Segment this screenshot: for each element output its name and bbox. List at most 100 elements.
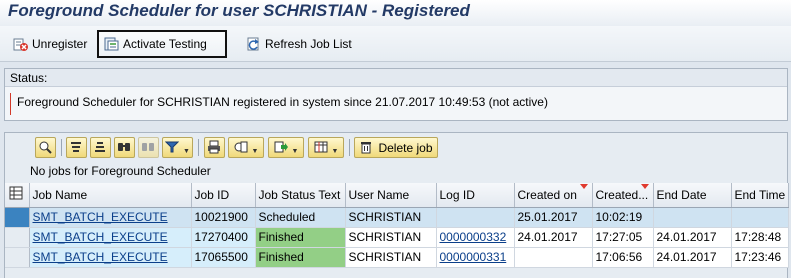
created-time-cell: 10:02:19: [592, 207, 654, 228]
refresh-job-list-label: Refresh Job List: [265, 37, 352, 51]
end-date-cell: [653, 207, 732, 228]
user-name-cell: SCHRISTIAN: [345, 247, 437, 268]
column-header-user-name[interactable]: User Name: [345, 183, 437, 208]
created-time-cell: 17:27:05: [592, 227, 654, 248]
filter-icon: [164, 140, 181, 156]
unregister-label: Unregister: [32, 37, 88, 51]
trash-icon: [359, 140, 375, 156]
log-id-cell[interactable]: 0000000331: [436, 247, 515, 268]
job-status-cell: Scheduled: [255, 207, 346, 228]
status-title: Status:: [5, 69, 787, 87]
log-id-cell: [436, 207, 515, 228]
column-header-job-name[interactable]: Job Name: [29, 183, 192, 208]
find-next-icon: [141, 140, 157, 156]
column-header-job-status-text[interactable]: Job Status Text: [255, 183, 346, 208]
layout-settings-icon: [8, 185, 24, 201]
filter-button[interactable]: ▼: [162, 137, 193, 158]
print-button[interactable]: [204, 137, 225, 158]
user-name-cell: SCHRISTIAN: [345, 227, 437, 248]
application-toolbar: Unregister Activate Testing Refresh Job …: [0, 26, 791, 62]
end-time-cell: [731, 207, 789, 228]
job-name-cell[interactable]: SMT_BATCH_EXECUTE: [29, 207, 192, 228]
job-id-cell: 17270400: [191, 227, 256, 248]
row-selector[interactable]: [5, 247, 30, 268]
refresh-icon: [246, 36, 262, 52]
column-header-end-time[interactable]: End Time: [731, 183, 789, 208]
job-status-cell: Finished: [255, 247, 346, 268]
created-on-cell: 25.01.2017: [514, 207, 593, 228]
toolbar-separator: [198, 139, 199, 156]
find-next-button[interactable]: [138, 137, 159, 158]
user-name-cell: SCHRISTIAN: [345, 207, 437, 228]
job-name-link[interactable]: SMT_BATCH_EXECUTE: [33, 250, 168, 264]
job-status-cell: Finished: [255, 227, 346, 248]
job-name-cell[interactable]: SMT_BATCH_EXECUTE: [29, 227, 192, 248]
toolbar-separator: [349, 139, 350, 156]
log-id-link[interactable]: 0000000331: [440, 250, 507, 264]
chevron-down-icon: ▼: [291, 148, 299, 155]
toolbar-separator: [61, 139, 62, 156]
views-icon: [234, 140, 250, 156]
column-header-log-id[interactable]: Log ID: [436, 183, 515, 208]
end-time-cell: 17:23:46: [731, 247, 789, 268]
table-row[interactable]: SMT_BATCH_EXECUTE 17270400 Finished SCHR…: [5, 227, 789, 248]
status-message: Foreground Scheduler for SCHRISTIAN regi…: [10, 93, 785, 115]
job-list-grid: ▼ ▼ ▼ ▼ Delete job No jobs for Foregroun…: [4, 132, 789, 278]
details-icon: [38, 140, 54, 156]
chevron-down-icon: ▼: [251, 148, 259, 155]
find-icon: [117, 140, 133, 156]
end-date-cell: 24.01.2017: [653, 227, 732, 248]
job-name-link[interactable]: SMT_BATCH_EXECUTE: [33, 230, 168, 244]
job-name-link[interactable]: SMT_BATCH_EXECUTE: [33, 210, 168, 224]
column-header-created-time-label: Created...: [595, 187, 649, 202]
find-button[interactable]: [114, 137, 135, 158]
created-time-cell: 17:06:56: [592, 247, 654, 268]
column-header-end-date[interactable]: End Date: [653, 183, 732, 208]
delete-job-button[interactable]: Delete job: [354, 137, 438, 158]
export-icon: [274, 140, 290, 156]
table-row[interactable]: SMT_BATCH_EXECUTE 17065500 Finished SCHR…: [5, 247, 789, 268]
column-header-created-on-label: Created on: [517, 187, 577, 202]
sort-indicator-icon: [640, 184, 649, 189]
delete-job-label: Delete job: [378, 140, 433, 155]
status-panel: Status: Foreground Scheduler for SCHRIST…: [4, 68, 788, 121]
grid-caption: No jobs for Foreground Scheduler: [30, 164, 211, 178]
row-selector[interactable]: [5, 227, 30, 248]
sort-descending-button[interactable]: [90, 137, 111, 158]
log-id-cell[interactable]: 0000000332: [436, 227, 515, 248]
job-table: Job Name Job ID Job Status Text User Nam…: [5, 183, 789, 268]
sort-ascending-button[interactable]: [66, 137, 87, 158]
log-id-link[interactable]: 0000000332: [440, 230, 507, 244]
job-name-cell[interactable]: SMT_BATCH_EXECUTE: [29, 247, 192, 268]
chevron-down-icon: ▼: [183, 148, 190, 155]
table-row[interactable]: SMT_BATCH_EXECUTE 10021900 Scheduled SCH…: [5, 207, 789, 228]
unregister-button[interactable]: Unregister: [8, 30, 92, 58]
export-button[interactable]: ▼: [268, 137, 304, 158]
sort-indicator-icon: [579, 184, 588, 189]
refresh-job-list-button[interactable]: Refresh Job List: [241, 30, 357, 58]
window-title: Foreground Scheduler for user SCHRISTIAN…: [0, 0, 791, 26]
activate-testing-button[interactable]: Activate Testing: [97, 30, 227, 58]
job-id-cell: 10021900: [191, 207, 256, 228]
activate-testing-label: Activate Testing: [123, 37, 207, 51]
details-button[interactable]: [35, 137, 56, 158]
layout-icon: [314, 140, 330, 156]
sort-ascending-icon: [69, 140, 85, 156]
column-header-created-on[interactable]: Created on: [514, 183, 593, 208]
layout-button[interactable]: ▼: [308, 137, 344, 158]
end-time-cell: 17:28:48: [731, 227, 789, 248]
unregister-icon: [13, 36, 29, 52]
end-date-cell: 24.01.2017: [653, 247, 732, 268]
row-selector[interactable]: [5, 207, 30, 228]
table-header-row: Job Name Job ID Job Status Text User Nam…: [5, 183, 789, 208]
sort-descending-icon: [93, 140, 109, 156]
job-id-cell: 17065500: [191, 247, 256, 268]
created-on-cell: 24.01.2017: [514, 227, 593, 248]
activate-testing-icon: [104, 36, 120, 52]
created-on-cell: [514, 247, 593, 268]
column-header-created-time[interactable]: Created...: [592, 183, 654, 208]
print-icon: [207, 140, 223, 156]
select-all-cell[interactable]: [5, 183, 30, 208]
views-button[interactable]: ▼: [228, 137, 264, 158]
column-header-job-id[interactable]: Job ID: [191, 183, 256, 208]
